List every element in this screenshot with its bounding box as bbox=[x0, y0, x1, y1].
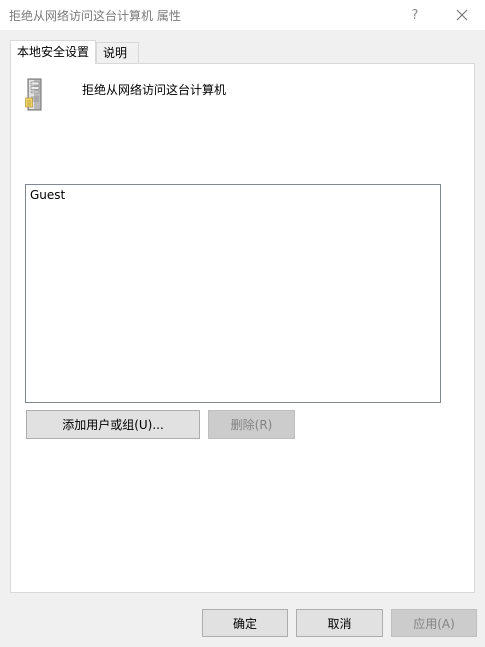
members-list[interactable]: Guest bbox=[25, 184, 441, 403]
tab-page-local-security-setting: 拒绝从网络访问这台计算机 Guest 添加用户或组(U)... 删除(R) bbox=[10, 63, 475, 593]
cancel-button[interactable]: 取消 bbox=[296, 609, 383, 637]
tab-explain[interactable]: 说明 bbox=[96, 42, 139, 63]
remove-button[interactable]: 删除(R) bbox=[208, 410, 295, 439]
server-icon bbox=[25, 78, 42, 111]
close-icon bbox=[456, 9, 468, 21]
policy-name: 拒绝从网络访问这台计算机 bbox=[82, 83, 227, 97]
apply-button[interactable]: 应用(A) bbox=[391, 609, 477, 637]
title-bar[interactable]: 拒绝从网络访问这台计算机 属性 ? bbox=[0, 0, 485, 30]
ok-button[interactable]: 确定 bbox=[202, 609, 288, 637]
window-title: 拒绝从网络访问这台计算机 属性 bbox=[9, 9, 181, 23]
close-button[interactable] bbox=[443, 0, 481, 30]
help-button[interactable]: ? bbox=[398, 0, 432, 30]
list-item[interactable]: Guest bbox=[30, 188, 65, 202]
tab-local-security-setting[interactable]: 本地安全设置 bbox=[10, 40, 96, 64]
add-user-or-group-button[interactable]: 添加用户或组(U)... bbox=[26, 410, 200, 439]
properties-dialog: 拒绝从网络访问这台计算机 属性 ? 本地安全设置 说明 拒绝从网络访问这台计算机… bbox=[0, 0, 485, 647]
